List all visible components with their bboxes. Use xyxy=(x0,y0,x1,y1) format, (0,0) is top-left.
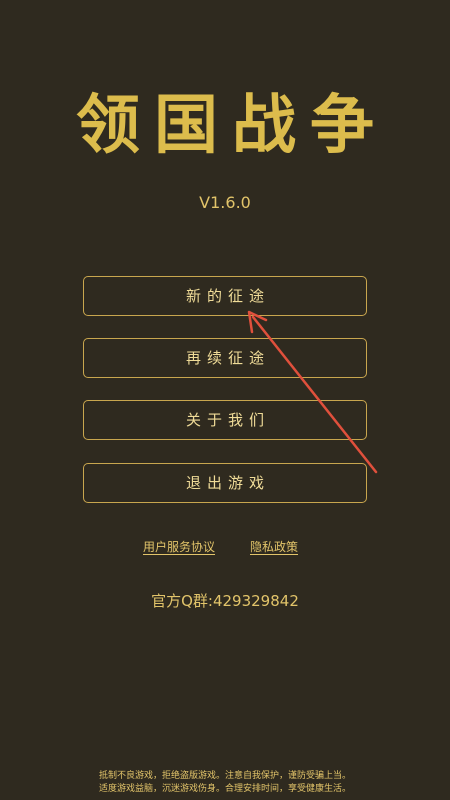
health-notice-line-1: 抵制不良游戏，拒绝盗版游戏。注意自我保护，谨防受骗上当。 xyxy=(98,771,351,781)
about-us-button[interactable]: 关于我们 xyxy=(83,400,367,440)
user-agreement-link[interactable]: 用户服务协议 xyxy=(143,538,215,555)
version-label: V1.6.0 xyxy=(199,193,251,212)
privacy-policy-link[interactable]: 隐私政策 xyxy=(250,538,298,555)
game-title: 领国战争 xyxy=(76,89,388,163)
health-notice-line-2: 适度游戏益脑，沉迷游戏伤身。合理安排时间，享受健康生活。 xyxy=(98,784,351,794)
new-game-button[interactable]: 新的征途 xyxy=(83,276,367,316)
continue-game-button[interactable]: 再续征途 xyxy=(83,338,367,378)
health-notice: 抵制不良游戏，拒绝盗版游戏。注意自我保护，谨防受骗上当。 适度游戏益脑，沉迷游戏… xyxy=(0,770,450,796)
exit-game-button[interactable]: 退出游戏 xyxy=(83,463,367,503)
qq-group-label: 官方Q群:429329842 xyxy=(151,592,299,610)
